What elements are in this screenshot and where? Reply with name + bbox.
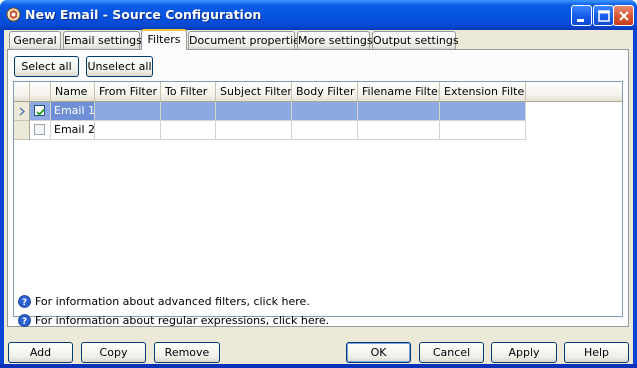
- subject-filter-cell[interactable]: [216, 102, 292, 121]
- from-filter-cell[interactable]: [95, 121, 161, 140]
- window-border-bottom: [0, 364, 637, 368]
- minimize-button[interactable]: [571, 5, 592, 26]
- table-row-name[interactable]: Email 2: [51, 121, 95, 140]
- tab-email-settings[interactable]: Email settings: [63, 31, 142, 49]
- checkbox-column-header[interactable]: [30, 82, 51, 102]
- extension-filter-cell[interactable]: [440, 102, 526, 121]
- row-checkbox[interactable]: [34, 105, 45, 116]
- maximize-button[interactable]: [593, 5, 614, 26]
- help-icon: ?: [18, 295, 31, 308]
- body-filter-cell[interactable]: [292, 121, 358, 140]
- help-button[interactable]: Help: [564, 342, 629, 363]
- row-checkbox[interactable]: [34, 124, 45, 135]
- unselect-all-button[interactable]: Unselect all: [86, 56, 153, 77]
- from-filter-cell[interactable]: [95, 102, 161, 121]
- advanced-filters-link[interactable]: For information about advanced filters, …: [35, 295, 310, 308]
- body-filter-cell[interactable]: [292, 102, 358, 121]
- row-indicator[interactable]: [14, 102, 30, 121]
- filters-grid[interactable]: Name From Filter To Filter Subject Filte…: [13, 81, 623, 317]
- close-button[interactable]: [613, 5, 634, 26]
- tab-label: More settings: [298, 34, 373, 47]
- add-button[interactable]: Add: [8, 342, 73, 363]
- extension-filter-cell[interactable]: [440, 121, 526, 140]
- tab-more-settings[interactable]: More settings: [297, 31, 373, 49]
- subject-filter-cell[interactable]: [216, 121, 292, 140]
- current-row-arrow-icon: [19, 107, 25, 116]
- checkmark-icon: [36, 108, 45, 116]
- svg-text:?: ?: [22, 317, 27, 327]
- maximize-icon: [598, 10, 610, 22]
- to-filter-cell[interactable]: [161, 121, 216, 140]
- minimize-icon: [577, 19, 584, 22]
- column-header-from-filter[interactable]: From Filter: [95, 82, 161, 102]
- column-header-name[interactable]: Name: [51, 82, 95, 102]
- close-icon: [619, 11, 629, 21]
- column-header-body-filter[interactable]: Body Filter: [292, 82, 358, 102]
- svg-text:?: ?: [22, 298, 27, 308]
- tab-label: Filters: [147, 33, 181, 46]
- ok-button[interactable]: OK: [346, 342, 411, 363]
- tab-label: Email settings: [64, 34, 142, 47]
- column-header-to-filter[interactable]: To Filter: [161, 82, 216, 102]
- tab-label: Document properties: [189, 34, 306, 47]
- column-header-filename-filter[interactable]: Filename Filter: [358, 82, 440, 102]
- column-header-subject-filter[interactable]: Subject Filter: [216, 82, 292, 102]
- table-row-checkbox-cell[interactable]: [30, 121, 51, 140]
- tab-output-settings[interactable]: Output settings: [372, 31, 459, 49]
- row-indicator[interactable]: [14, 121, 30, 140]
- filename-filter-cell[interactable]: [358, 121, 440, 140]
- table-row-checkbox-cell[interactable]: [30, 102, 51, 121]
- column-header-extension-filter[interactable]: Extension Filter: [440, 82, 526, 102]
- cancel-button[interactable]: Cancel: [419, 342, 484, 363]
- window-title: New Email - Source Configuration: [25, 7, 262, 22]
- tab-general[interactable]: General: [9, 31, 61, 49]
- dialog-window: New Email - Source Configuration General…: [0, 0, 637, 368]
- select-all-button[interactable]: Select all: [14, 56, 79, 77]
- tab-filters[interactable]: Filters: [141, 29, 187, 50]
- remove-button[interactable]: Remove: [154, 342, 220, 363]
- apply-button[interactable]: Apply: [491, 342, 557, 363]
- help-icon: ?: [18, 314, 31, 327]
- title-bar[interactable]: New Email - Source Configuration: [0, 0, 637, 30]
- table-row-name[interactable]: Email 1: [51, 102, 95, 121]
- app-icon: [6, 7, 21, 22]
- row-header-corner: [14, 82, 30, 102]
- tab-document-properties[interactable]: Document properties: [188, 31, 306, 49]
- window-border-right: [633, 30, 637, 368]
- copy-button[interactable]: Copy: [81, 342, 146, 363]
- regular-expressions-link[interactable]: For information about regular expression…: [35, 314, 329, 327]
- dialog-client-area: General Email settings Filters Document …: [4, 29, 633, 364]
- tab-label: Output settings: [373, 34, 459, 47]
- filename-filter-cell[interactable]: [358, 102, 440, 121]
- column-header-filler: [526, 82, 622, 102]
- tab-label: General: [13, 34, 57, 47]
- to-filter-cell[interactable]: [161, 102, 216, 121]
